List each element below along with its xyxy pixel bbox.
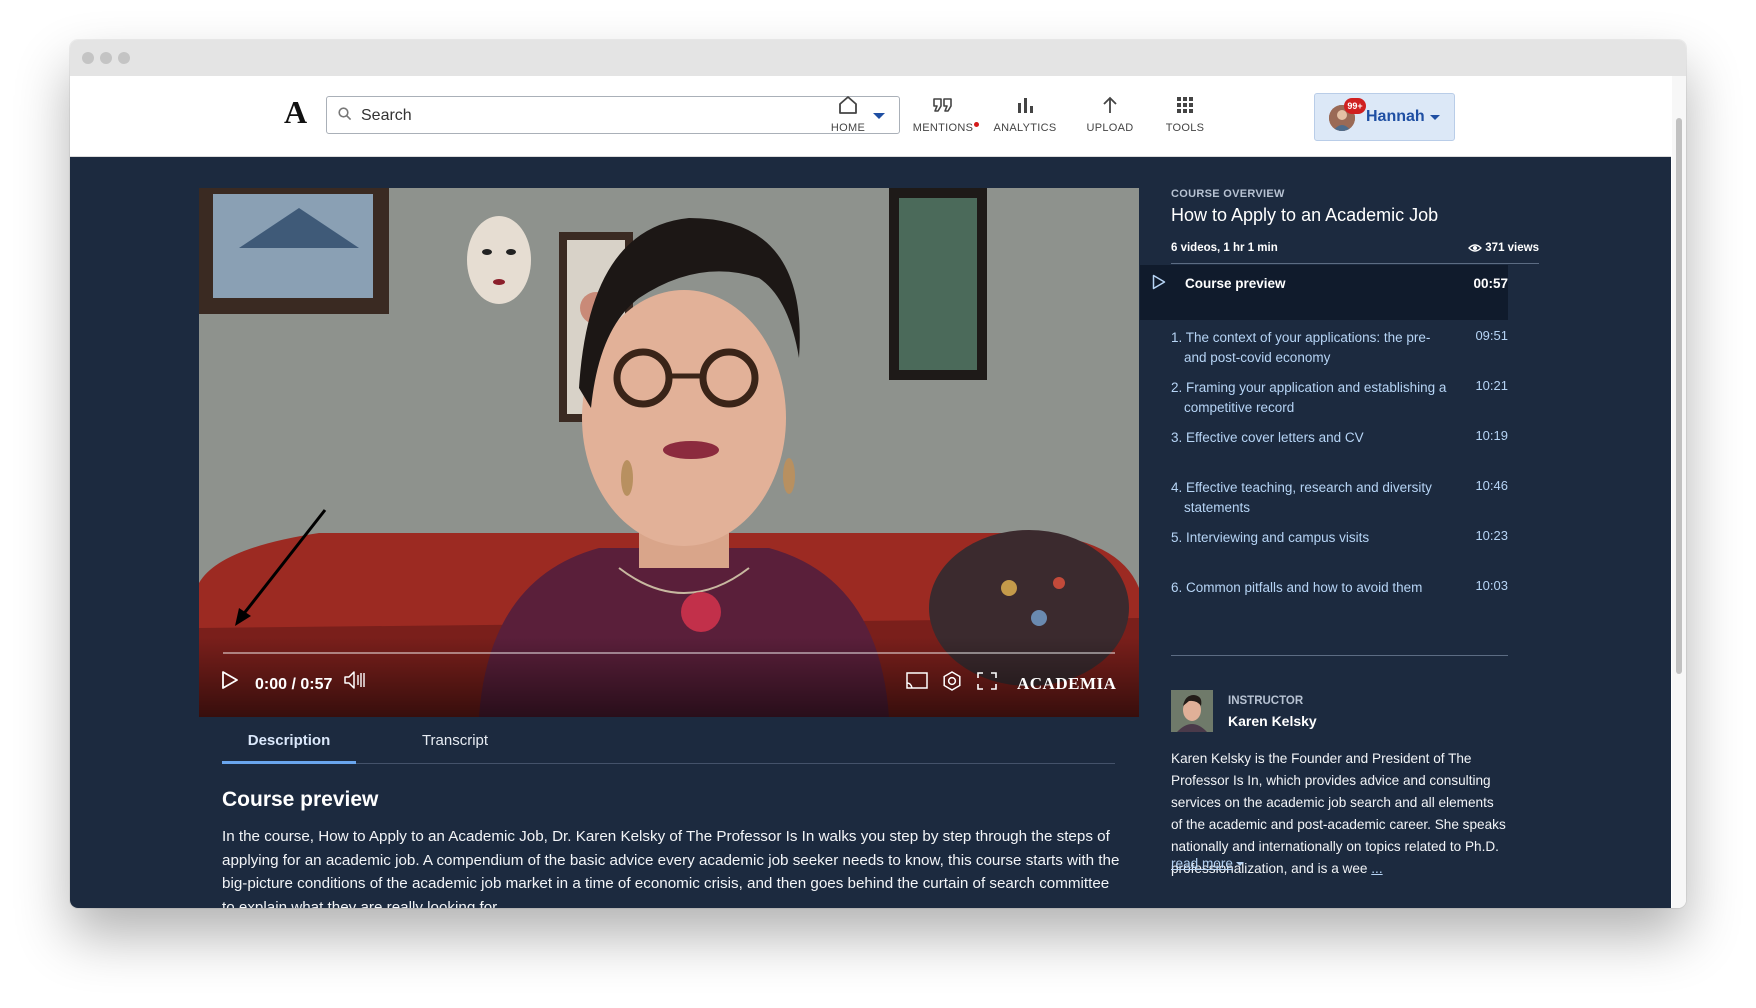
chevron-down-icon	[1430, 115, 1440, 120]
video-player[interactable]: 0:00 / 0:57 ACADEMIA	[199, 188, 1139, 717]
user-menu-button[interactable]: 99+ Hannah	[1314, 93, 1455, 141]
instructor-photo	[1171, 690, 1213, 732]
instructor-label: INSTRUCTOR	[1228, 695, 1304, 707]
lesson-title: Course preview	[1185, 276, 1286, 291]
upload-arrow-icon	[1103, 96, 1117, 113]
search-box[interactable]	[326, 96, 900, 134]
play-outline-icon	[1152, 274, 1166, 290]
nav-mentions-label: MENTIONS	[912, 122, 974, 134]
browser-window: A HOME MENTIONS	[70, 40, 1686, 908]
description-title: Course preview	[222, 788, 379, 811]
play-icon[interactable]	[221, 670, 239, 690]
academia-logo[interactable]: A	[284, 94, 307, 131]
lesson-title: 2. Framing your application and establis…	[1171, 380, 1447, 415]
search-icon	[338, 107, 352, 121]
eye-icon	[1468, 244, 1483, 252]
course-views: 371 views	[1468, 242, 1539, 254]
lesson-title: 3. Effective cover letters and CV	[1171, 430, 1364, 445]
quote-icon	[933, 98, 952, 112]
nav-upload[interactable]: UPLOAD	[1080, 92, 1140, 134]
window-close-dot[interactable]	[82, 52, 94, 64]
settings-gear-icon[interactable]	[942, 671, 962, 691]
lesson-title: 1. The context of your applications: the…	[1171, 330, 1431, 365]
nav-analytics-label: ANALYTICS	[993, 122, 1057, 134]
course-overview-label: COURSE OVERVIEW	[1171, 188, 1285, 200]
window-zoom-dot[interactable]	[118, 52, 130, 64]
instructor-name: Karen Kelsky	[1228, 713, 1317, 729]
instructor-photo-image	[1171, 690, 1213, 732]
tab-description[interactable]: Description	[222, 727, 356, 764]
window-titlebar	[70, 40, 1686, 76]
nav-tools[interactable]: TOOLS	[1160, 92, 1210, 134]
lesson-duration: 10:23	[1475, 528, 1508, 543]
lesson-title: 5. Interviewing and campus visits	[1171, 530, 1370, 545]
main-content: 0:00 / 0:57 ACADEMIA Description Transcr…	[70, 157, 1671, 908]
lesson-duration: 10:46	[1475, 478, 1508, 493]
page-scrollbar[interactable]	[1672, 76, 1686, 908]
top-navbar: A HOME MENTIONS	[70, 76, 1671, 157]
volume-icon[interactable]	[344, 670, 368, 690]
tab-transcript[interactable]: Transcript	[410, 727, 500, 761]
video-time: 0:00 / 0:57	[255, 676, 333, 693]
fullscreen-icon[interactable]	[977, 672, 997, 690]
read-more-link[interactable]: read more	[1171, 856, 1244, 871]
bio-ellipsis: ...	[1371, 861, 1383, 876]
content-tabs: Description Transcript	[222, 727, 1115, 764]
lesson-duration: 10:21	[1475, 378, 1508, 393]
lesson-title: 4. Effective teaching, research and dive…	[1171, 480, 1432, 515]
grid-icon	[1177, 97, 1193, 113]
read-more-label: read more	[1171, 856, 1233, 871]
lesson-duration: 09:51	[1475, 328, 1508, 343]
cast-icon[interactable]	[906, 672, 928, 690]
nav-mentions[interactable]: MENTIONS	[908, 92, 979, 134]
lesson-duration: 10:19	[1475, 428, 1508, 443]
video-progress-bar[interactable]	[223, 652, 1115, 654]
video-controls-overlay	[199, 637, 1139, 717]
chevron-down-icon	[1235, 862, 1244, 866]
nav-analytics[interactable]: ANALYTICS	[990, 92, 1060, 134]
nav-upload-label: UPLOAD	[1086, 122, 1134, 134]
lesson-duration: 00:57	[1473, 276, 1508, 291]
course-meta: 6 videos, 1 hr 1 min	[1171, 242, 1278, 254]
description-body: In the course, How to Apply to an Academ…	[222, 828, 1120, 908]
scrollbar-thumb[interactable]	[1676, 118, 1682, 674]
home-icon	[839, 96, 857, 114]
nav-home[interactable]: HOME	[820, 92, 876, 134]
notification-count-badge: 99+	[1344, 98, 1366, 114]
lesson-title: 6. Common pitfalls and how to avoid them	[1171, 580, 1423, 595]
divider	[1171, 655, 1508, 656]
notification-dot	[974, 122, 979, 127]
nav-tools-label: TOOLS	[1165, 122, 1205, 134]
nav-home-label: HOME	[830, 122, 866, 134]
lesson-item-preview[interactable]: Course preview 00:57	[1140, 265, 1508, 320]
course-title: How to Apply to an Academic Job	[1171, 205, 1439, 225]
course-views-count: 371 views	[1485, 242, 1539, 254]
window-minimize-dot[interactable]	[100, 52, 112, 64]
user-name: Hannah	[1366, 108, 1425, 125]
lesson-duration: 10:03	[1475, 578, 1508, 593]
bar-chart-icon	[1018, 98, 1033, 113]
divider	[1171, 263, 1539, 264]
video-watermark: ACADEMIA	[1017, 674, 1117, 693]
search-input[interactable]	[359, 103, 843, 129]
